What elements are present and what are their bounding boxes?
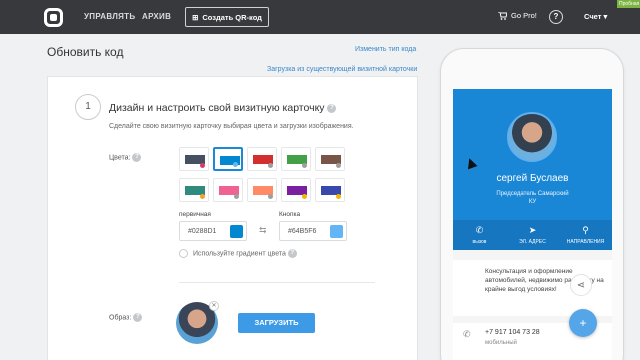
add-contact-icon[interactable]: + [569,309,597,337]
call-action[interactable]: ✆ вызов [453,220,506,250]
color-swatch[interactable] [179,147,209,171]
primary-color-input[interactable]: #0288D1 [179,221,247,241]
directions-label: НАПРАВЛЕНИЯ [566,239,605,245]
swatch-accent [302,194,307,199]
swatch-accent [200,194,205,199]
directions-action[interactable]: ⚲ НАПРАВЛЕНИЯ [559,220,612,250]
email-label: ЭЛ. АДРЕС [519,239,546,245]
colors-label: Цвета: ? [109,153,142,162]
profile-header: сергей Буслаев Председатель Самарский КУ [453,89,612,220]
phone-icon: ✆ [475,225,484,235]
button-color-value: #64B5F6 [288,228,317,235]
help-button[interactable]: ? [549,10,563,24]
step-subtitle: Сделайте свою визитную карточку выбирая … [109,123,354,130]
profile-position-line1: Председатель Самарский [496,191,569,197]
top-navigation-bar: УПРАВЛЯТЬ АРХИВ ⊞ Создать QR-код Go Pro!… [0,0,640,34]
create-qr-button[interactable]: ⊞ Создать QR-код [185,7,269,27]
color-swatch[interactable] [281,147,311,171]
profile-position: Председатель Самарский КУ [453,190,612,206]
trial-badge: Пробная [617,0,640,8]
gradient-label: Используйте градиент цвета ? [193,249,297,258]
primary-color-value: #0288D1 [188,228,217,235]
gradient-label-text: Используйте градиент цвета [193,250,286,258]
phone-number: +7 917 104 73 28 [485,329,540,336]
swatch-accent [233,162,238,167]
step-title: Дизайн и настроить свой визитную карточк… [109,102,337,114]
phone-icon: ✆ [463,329,471,339]
swatch-accent [336,194,341,199]
profile-name: сергей Буслаев [496,173,569,184]
button-color-label: Кнопка [279,211,301,218]
upload-button[interactable]: ЗАГРУЗИТЬ [238,313,315,333]
help-icon[interactable]: ? [133,313,143,322]
image-label: Образ: ? [109,313,143,322]
image-label-text: Образ: [109,314,132,322]
swatch-accent [336,163,341,168]
phone-type: мобильный [485,340,517,346]
help-icon[interactable]: ? [327,103,337,113]
plus-square-icon: ⊞ [192,12,199,22]
color-swatch[interactable] [315,178,345,202]
go-pro-link[interactable]: Go Pro! [498,11,537,20]
color-swatch[interactable] [315,147,345,171]
primary-color-label: первичная [179,211,211,218]
help-icon[interactable]: ? [287,249,297,258]
profile-avatar [507,112,557,162]
email-action[interactable]: ➤ ЭЛ. АДРЕС [506,220,559,250]
change-code-type-link[interactable]: Изменить тип кода [355,46,416,53]
swatch-accent [268,163,273,168]
step-title-text: Дизайн и настроить свой визитную карточк… [109,102,325,114]
gradient-radio[interactable] [179,249,188,258]
primary-color-chip[interactable] [230,225,243,238]
share-icon[interactable]: ⋖ [570,274,592,296]
nav-archive[interactable]: АРХИВ [142,12,171,21]
colors-label-text: Цвета: [109,154,131,162]
app-logo[interactable] [44,8,63,27]
account-menu[interactable]: Счет ▾ [584,12,607,21]
color-swatch[interactable] [213,147,243,171]
create-qr-label: Создать QR-код [202,12,262,22]
call-label: вызов [472,239,487,245]
cart-icon [498,11,507,20]
section-divider [179,282,375,283]
swatch-accent [234,194,239,199]
step-number: 1 [75,94,101,120]
swatch-accent [268,194,273,199]
location-icon: ⚲ [582,225,589,235]
go-pro-label: Go Pro! [511,11,537,20]
import-vcard-link[interactable]: Загрузка из существующей визитной карточ… [267,66,417,73]
button-color-chip[interactable] [330,225,343,238]
design-card: 1 Дизайн и настроить свой визитную карто… [47,76,418,360]
account-label: Счет [584,12,602,21]
page-title: Обновить код [47,45,124,59]
button-color-input[interactable]: #64B5F6 [279,221,347,241]
color-swatch[interactable] [179,178,209,202]
profile-position-line2: КУ [528,199,537,205]
color-swatch[interactable] [247,147,277,171]
swap-colors-icon[interactable]: ⇆ [259,225,267,236]
color-swatch[interactable] [247,178,277,202]
send-icon: ➤ [528,225,537,235]
remove-photo-icon[interactable]: ✕ [209,301,219,311]
color-swatch[interactable] [213,178,243,202]
help-icon[interactable]: ? [132,153,142,162]
swatch-accent [302,163,307,168]
color-swatch[interactable] [281,178,311,202]
swatch-accent [200,163,205,168]
nav-manage[interactable]: УПРАВЛЯТЬ [84,12,135,21]
chevron-down-icon: ▾ [603,12,608,21]
profile-actions: ✆ вызов ➤ ЭЛ. АДРЕС ⚲ НАПРАВЛЕНИЯ [453,220,612,250]
